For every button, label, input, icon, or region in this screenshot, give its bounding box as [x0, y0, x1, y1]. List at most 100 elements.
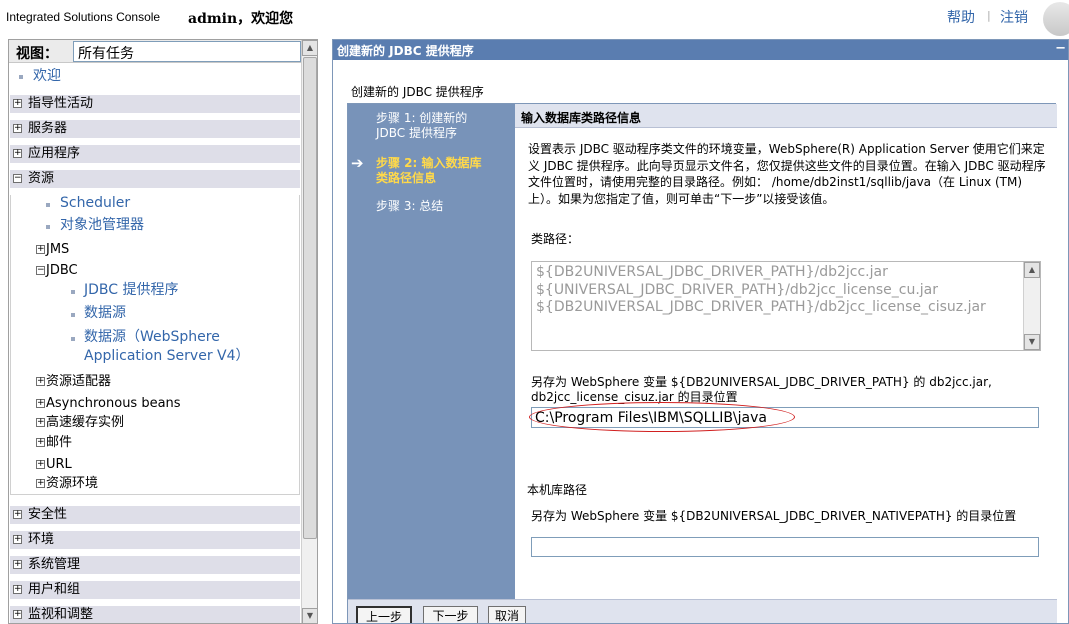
- classpath-line: ${UNIVERSAL_JDBC_DRIVER_PATH}/db2jcc_lic…: [536, 281, 938, 298]
- bullet-icon: [46, 225, 50, 229]
- expand-plus-icon: +: [36, 437, 45, 447]
- user-greeting: admin，欢迎您: [188, 11, 294, 27]
- native-path-description: 另存为 WebSphere 变量 ${DB2UNIVERSAL_JDBC_DRI…: [531, 509, 1017, 523]
- nav-category-label: 环境: [28, 532, 55, 547]
- scroll-down-icon[interactable]: ▼: [302, 608, 317, 623]
- content-header: 输入数据库类路径信息: [515, 104, 1057, 128]
- scroll-up-icon[interactable]: ▲: [1024, 262, 1040, 278]
- scroll-up-icon[interactable]: ▲: [302, 40, 317, 56]
- expand-plus-icon: +: [13, 534, 22, 544]
- app-title: Integrated Solutions Console: [6, 10, 161, 24]
- logout-link[interactable]: 注销: [1000, 7, 1028, 27]
- expand-plus-icon: +: [36, 244, 45, 254]
- expand-plus-icon: +: [13, 148, 22, 158]
- nav-datasource-v4-link[interactable]: 数据源（WebSphere: [84, 328, 220, 347]
- cancel-button[interactable]: 取消: [488, 606, 526, 623]
- nav-category-users-groups[interactable]: + 用户和组: [10, 581, 300, 599]
- wizard-steps: 步骤 1: 创建新的 JDBC 提供程序 ➔ 步骤 2: 输入数据库 类路径信息…: [348, 104, 515, 599]
- driver-path-input[interactable]: C:\Program Files\IBM\SQLLIB\java: [531, 407, 1039, 428]
- nav-jms[interactable]: + JMS: [36, 241, 70, 258]
- help-link[interactable]: 帮助: [947, 7, 975, 27]
- expand-plus-icon: +: [36, 398, 45, 408]
- nav-category-label: 指导性活动: [28, 96, 94, 111]
- native-library-path-label: 本机库路径: [527, 483, 588, 497]
- bullet-icon: [71, 337, 75, 341]
- nav-category-security[interactable]: + 安全性: [10, 506, 300, 524]
- nav-label: 高速缓存实例: [46, 415, 125, 430]
- step-2-line2: 类路径信息: [376, 171, 437, 185]
- nav-welcome-link[interactable]: 欢迎: [33, 67, 61, 86]
- nav-mail[interactable]: + 邮件: [36, 434, 73, 451]
- nav-category-monitoring[interactable]: + 监视和调整: [10, 606, 300, 623]
- view-select[interactable]: 所有任务: [73, 41, 301, 62]
- nav-cache-instances[interactable]: + 高速缓存实例: [36, 414, 125, 431]
- nav-object-pool-link[interactable]: 对象池管理器: [60, 216, 144, 235]
- expand-plus-icon: +: [36, 417, 45, 427]
- nav-resource-adapters[interactable]: + 资源适配器: [36, 373, 112, 390]
- nav-jms-label: JMS: [46, 242, 70, 257]
- expand-plus-icon: +: [13, 123, 22, 133]
- nav-category-servers[interactable]: + 服务器: [10, 120, 300, 138]
- nav-category-label: 用户和组: [28, 582, 81, 597]
- nav-category-label: 应用程序: [28, 146, 81, 161]
- collapse-minus-icon: −: [36, 265, 45, 275]
- nav-datasource-link[interactable]: 数据源: [84, 304, 126, 323]
- nav-category-label: 资源: [28, 171, 55, 186]
- nav-url[interactable]: + URL: [36, 456, 72, 473]
- nav-label: URL: [46, 457, 72, 472]
- content-title: 输入数据库类路径信息: [521, 111, 642, 125]
- step-1: 步骤 1: 创建新的 JDBC 提供程序: [376, 111, 467, 141]
- nav-category-label: 监视和调整: [28, 607, 94, 622]
- classpath-line: ${DB2UNIVERSAL_JDBC_DRIVER_PATH}/db2jcc.…: [536, 264, 888, 280]
- nav-category-applications[interactable]: + 应用程序: [10, 145, 300, 163]
- native-path-input[interactable]: [531, 537, 1039, 557]
- minimize-icon[interactable]: −: [1055, 41, 1066, 56]
- step-2-line1: 步骤 2: 输入数据库: [376, 156, 482, 170]
- expand-plus-icon: +: [36, 459, 45, 469]
- step-1-line1: 步骤 1: 创建新的: [376, 111, 468, 125]
- wizard: 步骤 1: 创建新的 JDBC 提供程序 ➔ 步骤 2: 输入数据库 类路径信息…: [347, 103, 1057, 623]
- nav-category-label: 系统管理: [28, 557, 81, 572]
- nav-jdbc-label: JDBC: [46, 263, 78, 278]
- nav-scrollbar-thumb[interactable]: [303, 57, 317, 539]
- classpath-scrollbar[interactable]: ▲ ▼: [1023, 262, 1040, 350]
- ibm-logo-icon: [1043, 2, 1069, 36]
- classpath-line: ${DB2UNIVERSAL_JDBC_DRIVER_PATH}/db2jcc_…: [536, 299, 986, 315]
- step-3: 步骤 3: 总结: [376, 199, 444, 213]
- nav-async-beans[interactable]: + Asynchronous beans: [36, 395, 181, 412]
- expand-plus-icon: +: [13, 559, 22, 569]
- next-button[interactable]: 下一步: [423, 606, 478, 623]
- nav-datasource-v4-link-line2[interactable]: Application Server V4）: [84, 347, 250, 366]
- nav-label: 资源环境: [46, 476, 99, 491]
- nav-scrollbar[interactable]: ▲ ▼: [301, 40, 317, 623]
- scroll-down-icon[interactable]: ▼: [1024, 334, 1040, 350]
- view-row: 视图： 所有任务: [9, 40, 301, 63]
- main-panel-header: 创建新的 JDBC 提供程序 −: [333, 40, 1068, 60]
- driver-path-description: 另存为 WebSphere 变量 ${DB2UNIVERSAL_JDBC_DRI…: [531, 375, 992, 404]
- nav-label: 邮件: [46, 435, 73, 450]
- previous-button[interactable]: 上一步: [356, 606, 412, 623]
- nav-jdbc[interactable]: − JDBC: [36, 262, 78, 279]
- nav-category-label: 安全性: [28, 507, 68, 522]
- nav-resource-env[interactable]: + 资源环境: [36, 475, 99, 492]
- expand-plus-icon: +: [13, 584, 22, 594]
- page-title: 创建新的 JDBC 提供程序: [351, 85, 484, 99]
- collapse-minus-icon: −: [13, 173, 22, 183]
- expand-plus-icon: +: [36, 478, 45, 488]
- nav-category-resources[interactable]: − 资源: [10, 170, 300, 188]
- expand-plus-icon: +: [13, 609, 22, 619]
- bullet-icon: [46, 203, 50, 207]
- nav-label: Asynchronous beans: [46, 396, 181, 411]
- nav-category-guided-activities[interactable]: + 指导性活动: [10, 95, 300, 113]
- navigation-tree: 视图： 所有任务 欢迎 + 指导性活动 + 服务器 + 应用程序 − 资源 Sc…: [8, 39, 318, 624]
- bullet-icon: [19, 75, 23, 79]
- nav-scheduler-link[interactable]: Scheduler: [60, 194, 130, 213]
- expand-plus-icon: +: [13, 98, 22, 108]
- bullet-icon: [71, 313, 75, 317]
- main-panel: 创建新的 JDBC 提供程序 − 创建新的 JDBC 提供程序 步骤 1: 创建…: [332, 39, 1069, 624]
- nav-label: 资源适配器: [46, 374, 112, 389]
- classpath-textarea[interactable]: ${DB2UNIVERSAL_JDBC_DRIVER_PATH}/db2jcc.…: [531, 261, 1041, 351]
- nav-category-environment[interactable]: + 环境: [10, 531, 300, 549]
- nav-category-system-admin[interactable]: + 系统管理: [10, 556, 300, 574]
- nav-jdbc-provider-link[interactable]: JDBC 提供程序: [84, 281, 179, 300]
